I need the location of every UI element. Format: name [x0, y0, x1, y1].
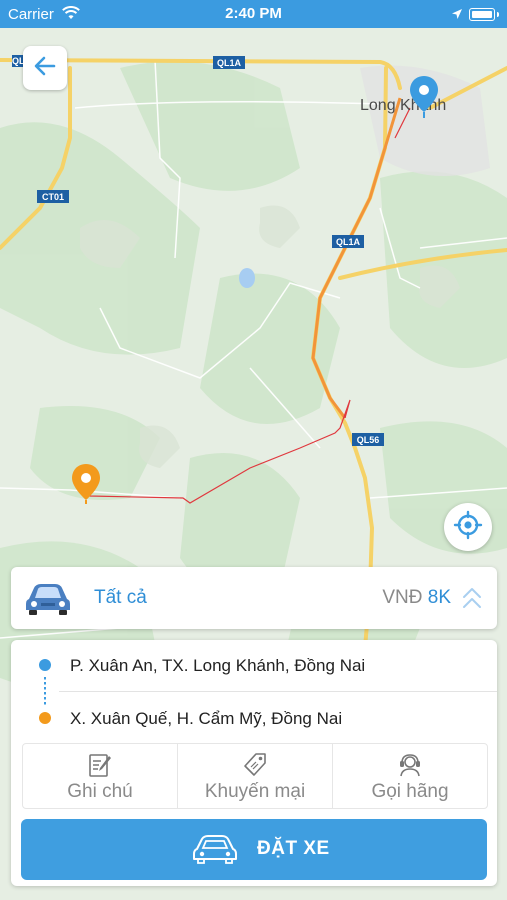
my-location-button[interactable] — [444, 503, 492, 551]
battery-icon — [469, 8, 495, 21]
clock: 2:40 PM — [225, 5, 282, 22]
status-bar: Carrier 2:40 PM — [0, 0, 507, 28]
chevron-double-up-icon[interactable] — [461, 585, 483, 618]
route-connector — [44, 677, 46, 705]
note-icon — [88, 752, 112, 784]
note-button[interactable]: Ghi chú — [23, 744, 177, 808]
call-operator-button[interactable]: Gọi hãng — [332, 744, 487, 808]
fare-amount: 8K — [427, 587, 451, 608]
action-bar: Ghi chú Khuyến mại Gọi hãng — [22, 743, 488, 809]
car-icon — [23, 579, 73, 622]
car-outline-icon — [192, 832, 238, 871]
dropoff-address[interactable]: X. Xuân Quế, H. Cẩm Mỹ, Đồng Nai — [70, 709, 342, 729]
tag-icon — [242, 752, 268, 784]
pickup-address[interactable]: P. Xuân An, TX. Long Khánh, Đồng Nai — [70, 656, 365, 676]
book-ride-button[interactable]: ĐẶT XE — [21, 819, 487, 880]
pickup-dot-icon — [39, 659, 51, 671]
currency-label: VNĐ — [382, 587, 423, 608]
crosshair-icon — [453, 510, 483, 545]
divider — [59, 691, 497, 692]
call-operator-label: Gọi hãng — [371, 781, 449, 802]
road-label: QL56 — [357, 435, 380, 445]
road-label: CT01 — [42, 192, 64, 202]
service-selector[interactable]: Tất cả VNĐ 8K — [11, 567, 497, 629]
promotion-label: Khuyến mại — [204, 781, 306, 802]
fare-estimate: VNĐ 8K — [382, 587, 451, 609]
service-name: Tất cả — [94, 587, 147, 608]
back-button[interactable] — [23, 46, 67, 90]
promotion-button[interactable]: Khuyến mại — [177, 744, 332, 808]
note-label: Ghi chú — [67, 781, 133, 802]
headset-icon — [397, 752, 423, 784]
location-arrow-icon — [451, 7, 463, 24]
road-label: QL1A — [217, 58, 242, 68]
book-ride-label: ĐẶT XE — [257, 838, 330, 859]
road-label: QL1A — [336, 237, 361, 247]
arrow-left-icon — [32, 53, 58, 84]
trip-panel: P. Xuân An, TX. Long Khánh, Đồng Nai X. … — [11, 640, 497, 886]
dropoff-dot-icon — [39, 712, 51, 724]
